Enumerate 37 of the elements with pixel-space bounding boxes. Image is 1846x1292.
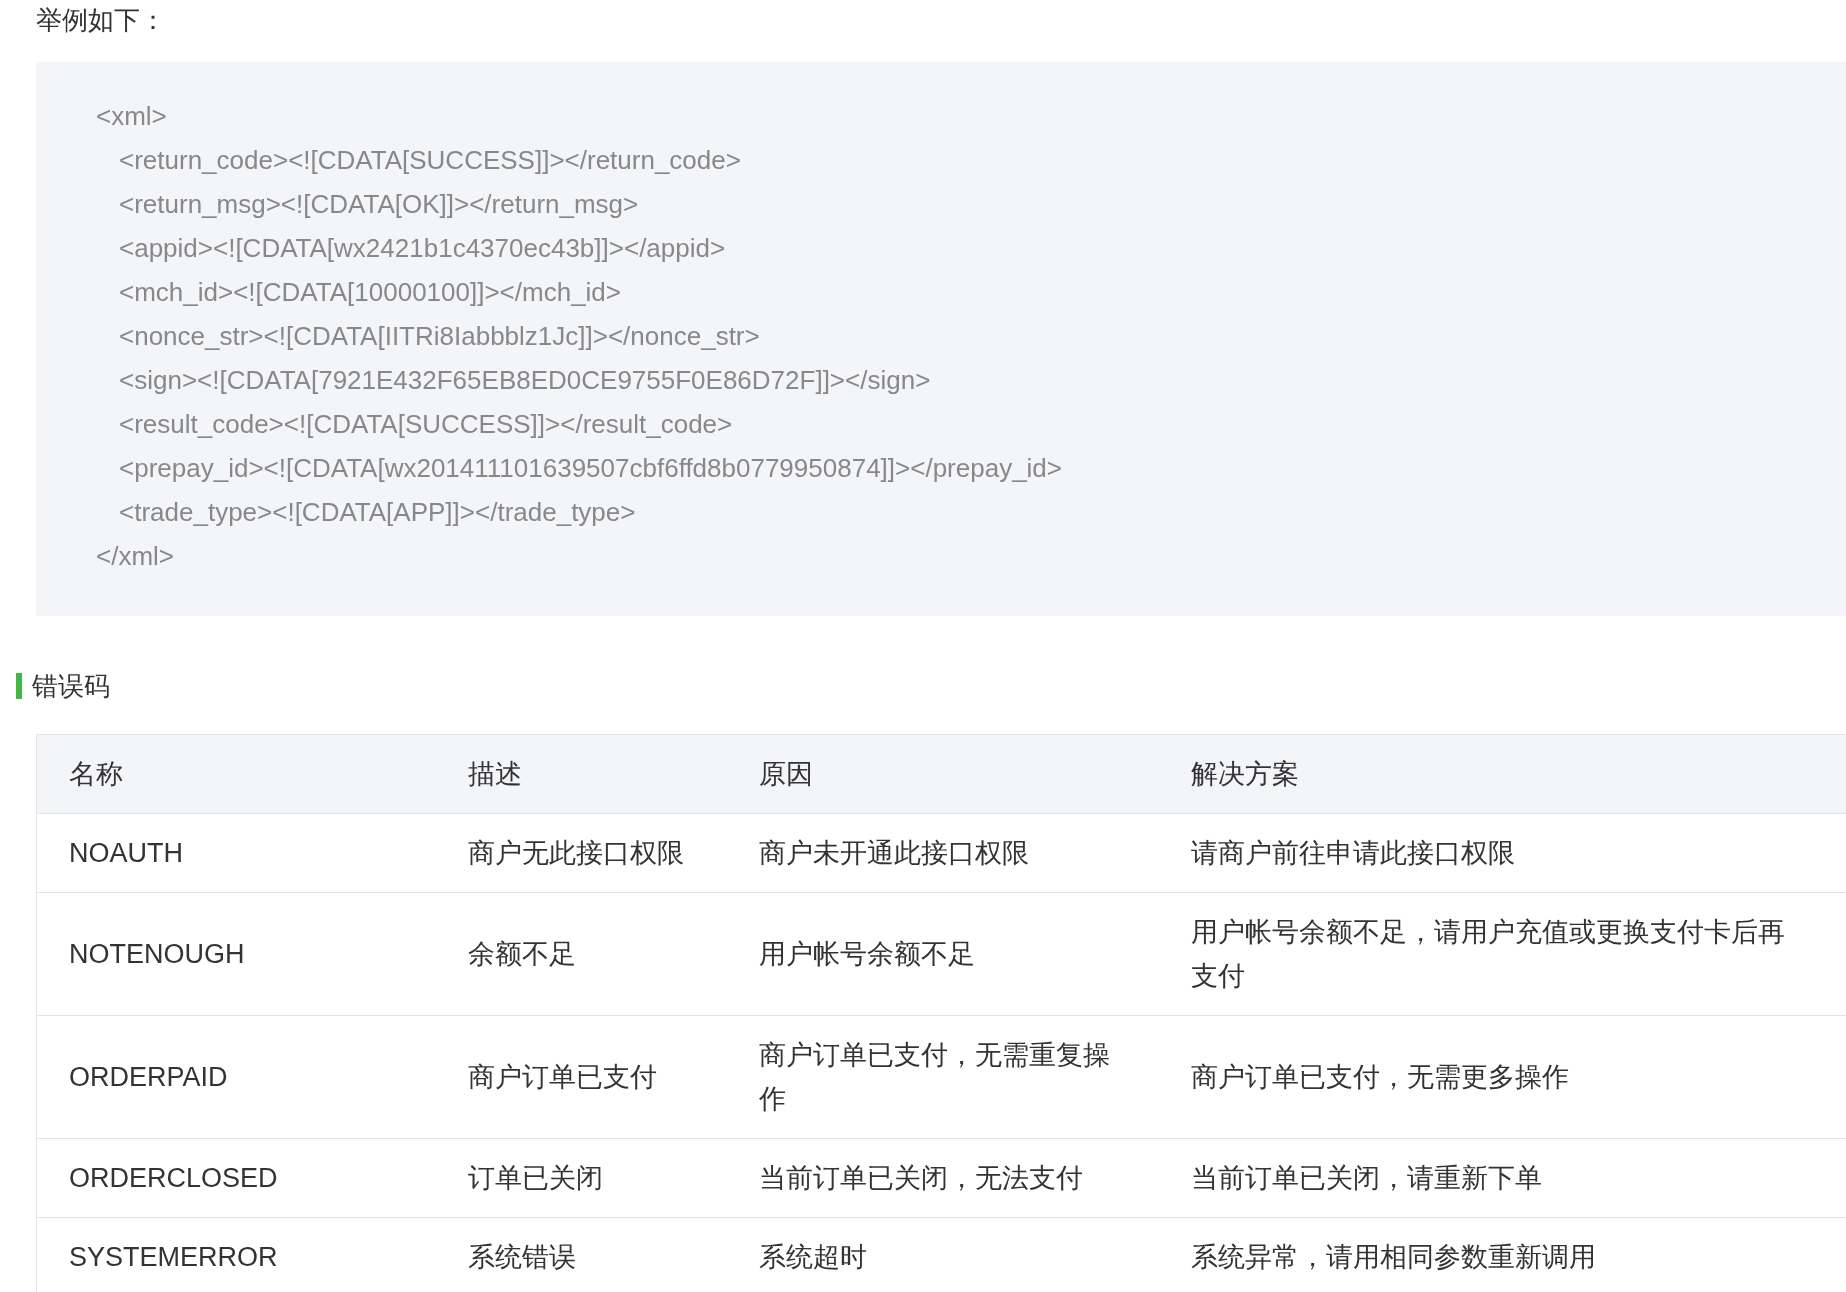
- code-line: <prepay_id><![CDATA[wx201411101639507cbf6ffd8b0779950874]]></prepay_id>: [119, 452, 1062, 485]
- table-cell: 商户未开通此接口权限: [726, 813, 1159, 893]
- code-line: <return_code><![CDATA[SUCCESS]]></return_code>: [119, 144, 741, 177]
- code-line: <appid><![CDATA[wx2421b1c4370ec43b]]></appid>: [119, 232, 726, 265]
- table-cell: 商户订单已支付，无需更多操作: [1158, 1015, 1846, 1139]
- code-line: <sign><![CDATA[7921E432F65EB8ED0CE9755F0E86D72F]]></sign>: [119, 364, 931, 397]
- column-header: 描述: [435, 734, 727, 814]
- table-cell: 用户帐号余额不足: [726, 892, 1159, 1016]
- code-line: <mch_id><![CDATA[10000100]]></mch_id>: [119, 276, 621, 309]
- code-line: <xml>: [96, 100, 167, 133]
- table-cell: 余额不足: [435, 892, 727, 1016]
- table-cell: 用户帐号余额不足，请用户充值或更换支付卡后再支付: [1158, 892, 1846, 1016]
- table-cell: 商户无此接口权限: [435, 813, 727, 893]
- table-cell: 系统超时: [726, 1217, 1159, 1292]
- table-cell: NOTENOUGH: [36, 892, 436, 1016]
- table-cell: 商户订单已支付: [435, 1015, 727, 1139]
- table-cell: ORDERCLOSED: [36, 1138, 436, 1218]
- code-line: </xml>: [96, 540, 175, 573]
- column-header: 原因: [726, 734, 1159, 814]
- intro-text: 举例如下：: [36, 4, 167, 37]
- table-cell: ORDERPAID: [36, 1015, 436, 1139]
- column-header: 名称: [36, 734, 436, 814]
- code-line: <return_msg><![CDATA[OK]]></return_msg>: [119, 188, 639, 221]
- table-cell: 当前订单已关闭，无法支付: [726, 1138, 1159, 1218]
- column-header: 解决方案: [1158, 734, 1846, 814]
- table-cell: 当前订单已关闭，请重新下单: [1158, 1138, 1846, 1218]
- table-cell: 请商户前往申请此接口权限: [1158, 813, 1846, 893]
- table-cell: 系统异常，请用相同参数重新调用: [1158, 1217, 1846, 1292]
- table-cell: 商户订单已支付，无需重复操作: [726, 1015, 1159, 1139]
- table-cell: 订单已关闭: [435, 1138, 727, 1218]
- table-cell: 系统错误: [435, 1217, 727, 1292]
- section-heading: 错误码: [32, 670, 110, 703]
- section-accent-bar: [16, 673, 22, 699]
- table-cell: NOAUTH: [36, 813, 436, 893]
- code-line: <trade_type><![CDATA[APP]]></trade_type>: [119, 496, 636, 529]
- code-line: <result_code><![CDATA[SUCCESS]]></result_code>: [119, 408, 733, 441]
- code-line: <nonce_str><![CDATA[IITRi8Iabbblz1Jc]]></nonce_str>: [119, 320, 760, 353]
